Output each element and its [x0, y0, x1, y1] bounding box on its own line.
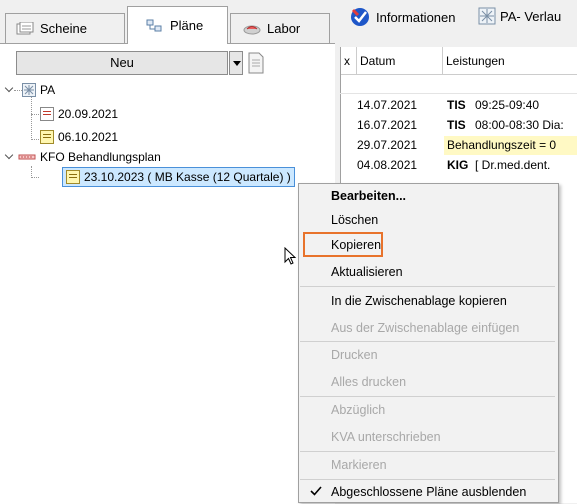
row-code: TIS — [447, 118, 466, 132]
menu-item-loeschen[interactable]: Löschen — [331, 210, 378, 230]
menu-item-bearbeiten[interactable]: Bearbeiten... — [331, 186, 406, 206]
row-date: 29.07.2021 — [357, 138, 418, 152]
new-dropdown-button[interactable] — [229, 51, 243, 75]
tree-item-label: 23.10.2023 ( MB Kasse (12 Quartale) ) — [84, 170, 291, 184]
tab-scheine[interactable]: Scheine — [5, 13, 125, 43]
menu-item-zwischenablage-kopieren[interactable]: In die Zwischenablage kopieren — [331, 291, 507, 311]
document-icon[interactable] — [247, 52, 265, 74]
row-code: KIG — [447, 158, 469, 172]
tab-bar: Scheine Pläne Labor — [0, 6, 335, 44]
tree-item-label: 06.10.2021 — [58, 130, 119, 144]
menu-item-alles-drucken[interactable]: Alles drucken — [331, 372, 406, 392]
document-yellow-icon — [40, 130, 54, 144]
menu-separator — [300, 396, 555, 397]
labor-icon — [243, 22, 261, 36]
row-date: 14.07.2021 — [357, 98, 418, 112]
tab-plaene-label: Pläne — [170, 18, 204, 33]
column-header-x[interactable]: x — [341, 47, 357, 75]
new-button[interactable]: Neu — [16, 51, 228, 75]
tab-labor[interactable]: Labor — [230, 13, 330, 43]
tab-plaene[interactable]: Pläne — [127, 6, 228, 44]
chevron-down-icon[interactable] — [4, 84, 16, 96]
tree-item-plan[interactable]: 06.10.2021 — [40, 128, 118, 146]
row-divider — [340, 93, 577, 94]
row-date: 16.07.2021 — [357, 118, 418, 132]
document-yellow-icon — [66, 170, 80, 184]
column-header-leistungen[interactable]: Leistungen — [443, 47, 577, 75]
menu-separator — [300, 341, 555, 342]
menu-item-plaene-ausblenden[interactable]: Abgeschlossene Pläne ausblenden — [331, 482, 526, 502]
table-row[interactable]: 14.07.2021 TIS 09:25-09:40 — [343, 96, 577, 115]
mouse-cursor-icon — [284, 246, 298, 270]
tree-line — [31, 177, 39, 178]
highlight-box — [303, 232, 383, 257]
document-red-icon — [40, 107, 54, 121]
tree-item-label: 20.09.2021 — [58, 107, 119, 121]
tree-line — [31, 114, 39, 115]
menu-item-abzueglich[interactable]: Abzüglich — [331, 400, 385, 420]
menu-separator — [300, 286, 555, 287]
informationen-button[interactable]: Informationen — [350, 7, 456, 27]
pa-plan-icon — [22, 83, 36, 97]
tree-group-kfo[interactable]: KFO Behandlungsplan — [18, 148, 161, 166]
menu-separator — [300, 451, 555, 452]
menu-item-kva-unterschrieben[interactable]: KVA unterschrieben — [331, 427, 441, 447]
kfo-plan-icon — [18, 150, 36, 164]
menu-item-drucken[interactable]: Drucken — [331, 345, 378, 365]
tree-group-label: PA — [40, 83, 56, 97]
row-date: 04.08.2021 — [357, 158, 418, 172]
row-text: [ Dr.med.dent. — [475, 158, 551, 172]
tab-labor-label: Labor — [267, 21, 301, 36]
informationen-label: Informationen — [376, 9, 456, 25]
menu-separator — [300, 479, 555, 480]
pa-verlauf-button[interactable]: PA- Verlau — [478, 7, 561, 25]
pa-verlauf-label: PA- Verlau — [500, 8, 562, 24]
tree-line — [31, 96, 32, 140]
chevron-down-icon[interactable] — [4, 151, 16, 163]
table-row[interactable]: 04.08.2021 KIG [ Dr.med.dent. — [343, 156, 577, 175]
menu-item-zwischenablage-einfuegen[interactable]: Aus der Zwischenablage einfügen — [331, 318, 519, 338]
tree-line — [31, 139, 39, 140]
row-text: 09:25-09:40 — [475, 98, 540, 112]
table-row[interactable]: 29.07.2021 Behandlungszeit = 0 — [343, 136, 577, 155]
row-code: TIS — [447, 98, 466, 112]
table-row[interactable]: 16.07.2021 TIS 08:00-08:30 Dia: — [343, 116, 577, 135]
tree-group-pa[interactable]: PA — [22, 81, 55, 99]
left-panel: Scheine Pläne Labor Neu PA 20.09.2021 06… — [0, 0, 335, 504]
column-header-datum[interactable]: Datum — [357, 47, 443, 75]
plaene-icon — [146, 19, 164, 33]
tree-item-plan[interactable]: 20.09.2021 — [40, 105, 118, 123]
checkmark-icon — [310, 485, 322, 500]
menu-item-markieren[interactable]: Markieren — [331, 455, 387, 475]
check-shield-icon — [351, 8, 369, 26]
tree-item-plan-selected[interactable]: 23.10.2023 ( MB Kasse (12 Quartale) ) — [62, 167, 295, 187]
scheine-icon — [16, 21, 34, 36]
pa-verlauf-icon — [478, 7, 496, 25]
tab-scheine-label: Scheine — [40, 21, 87, 36]
menu-item-aktualisieren[interactable]: Aktualisieren — [331, 262, 403, 282]
row-text: 08:00-08:30 Dia: — [475, 118, 564, 132]
row-text: Behandlungszeit = 0 — [444, 136, 577, 155]
tree-group-label: KFO Behandlungsplan — [40, 150, 161, 164]
